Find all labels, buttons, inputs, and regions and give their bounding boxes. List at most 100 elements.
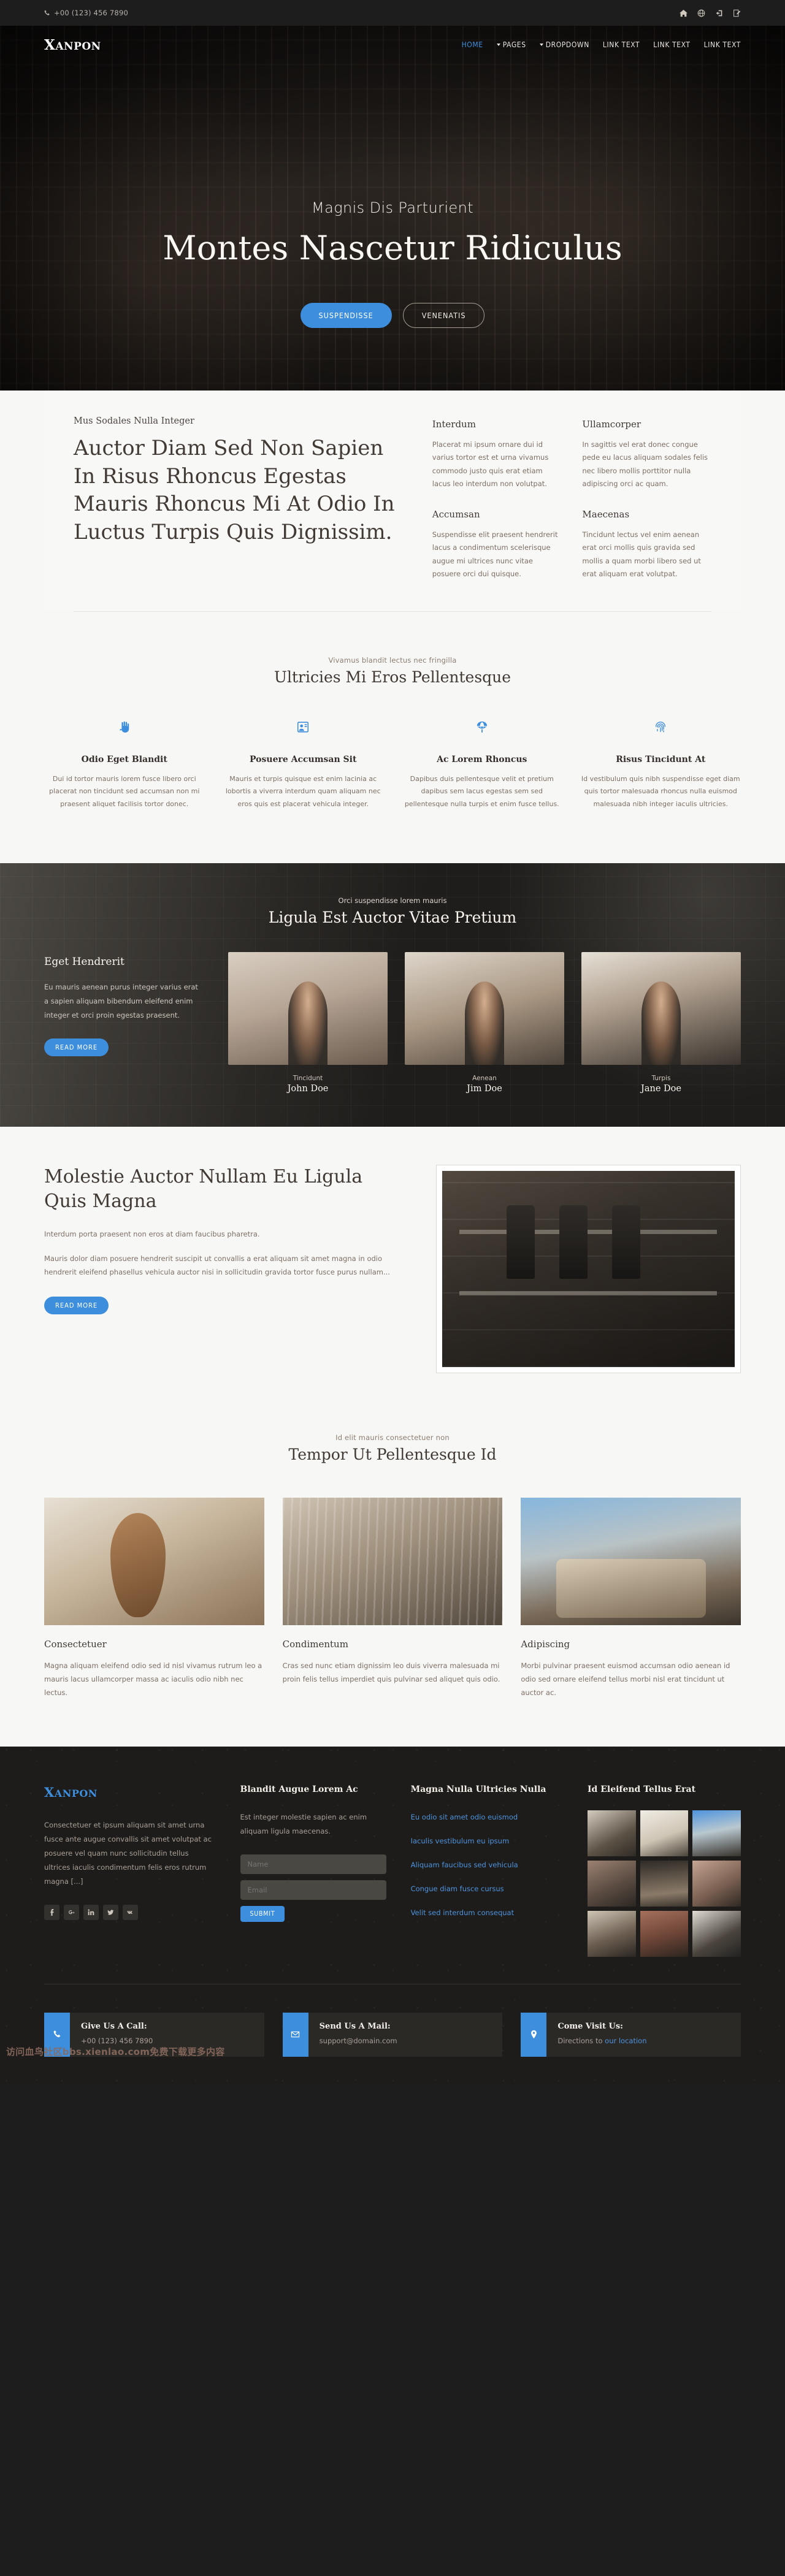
mini-text: Suspendisse elit praesent hendrerit lacu… — [432, 530, 558, 578]
nav-item-dropdown[interactable]: DROPDOWN — [539, 40, 589, 49]
post-title: Adipiscing — [521, 1639, 570, 1650]
footer-link[interactable]: Congue diam fusce cursus — [411, 1884, 504, 1893]
footer-about-column: XANPON Consectetuer et ipsum aliquam sit… — [44, 1785, 216, 1957]
brand-rest: ANPON — [55, 40, 101, 53]
gallery-thumb[interactable] — [640, 1910, 689, 1957]
google-plus-icon[interactable] — [64, 1904, 79, 1920]
feature-text: Dapibus duis pellentesque velit et preti… — [404, 775, 559, 808]
footer-link[interactable]: Velit sed interdum consequat — [411, 1908, 515, 1917]
feature-title: Ac Lorem Rhoncus — [437, 755, 527, 765]
globe-icon[interactable] — [697, 9, 705, 17]
blog-post[interactable]: Condimentum Cras sed nunc etiam dignissi… — [282, 1498, 503, 1700]
main-navigation: HOME PAGES DROPDOWN LINK TEXT LINK TEXT … — [462, 40, 741, 49]
location-link[interactable]: our location — [605, 2037, 646, 2045]
features-section: Vivamus blandit lectus nec fringilla Ult… — [0, 612, 785, 864]
brand-logo[interactable]: XANPON — [44, 37, 101, 53]
gallery-thumb[interactable] — [692, 1910, 741, 1957]
fingerprint-icon — [581, 720, 741, 734]
twitter-icon[interactable] — [103, 1904, 118, 1920]
nav-label: LINK TEXT — [602, 40, 640, 49]
post-title: Condimentum — [282, 1639, 348, 1650]
intro-card: Mus Sodales Nulla Integer Auctor Diam Se… — [44, 391, 741, 612]
member-photo — [228, 952, 388, 1065]
post-title: Consectetuer — [44, 1639, 107, 1650]
team-eyebrow: Orci suspendisse lorem mauris — [338, 896, 447, 905]
footer-link[interactable]: Iaculis vestibulum eu ipsum — [411, 1837, 510, 1845]
blog-post[interactable]: Adipiscing Morbi pulvinar praesent euism… — [521, 1498, 741, 1700]
footer-link[interactable]: Eu odio sit amet odio euismod — [411, 1813, 518, 1821]
footer-link-item: Velit sed interdum consequat — [411, 1906, 563, 1918]
gallery-thumb[interactable] — [692, 1860, 741, 1907]
nav-item-pages[interactable]: PAGES — [496, 40, 526, 49]
footer-brand-rest: ANPON — [54, 1787, 98, 1799]
facebook-icon[interactable] — [44, 1904, 59, 1920]
name-input[interactable] — [240, 1854, 386, 1874]
gallery-thumb[interactable] — [588, 1810, 636, 1856]
email-input[interactable] — [240, 1880, 386, 1900]
member-role: Tincidunt — [293, 1075, 323, 1083]
mini-title: Maecenas — [582, 509, 630, 520]
member-role: Turpis — [651, 1075, 671, 1083]
footer-links-heading: Magna Nulla Ultricies Nulla — [410, 1784, 546, 1794]
team-member: Turpis Jane Doe — [581, 952, 741, 1094]
nav-label: PAGES — [502, 40, 526, 49]
feature-item: Ac Lorem Rhoncus Dapibus duis pellentesq… — [402, 720, 562, 810]
gallery-thumb[interactable] — [588, 1910, 636, 1957]
gallery-thumb[interactable] — [640, 1810, 689, 1856]
footer-gallery-column: Id Eleifend Tellus Erat — [588, 1785, 741, 1957]
about-read-more-button[interactable]: READ MORE — [44, 1296, 109, 1314]
contact-card-visit: Come Visit Us: Directions to our locatio… — [521, 2012, 741, 2057]
post-image — [282, 1498, 503, 1626]
feature-title: Posuere Accumsan Sit — [250, 755, 357, 765]
login-icon[interactable] — [715, 9, 723, 17]
contact-bar: Give Us A Call: +00 (123) 456 7890 Send … — [44, 1984, 741, 2085]
hero-subtitle: Magnis Dis Parturient — [311, 199, 474, 216]
top-bar: +00 (123) 456 7890 — [0, 0, 785, 26]
feature-title: Odio Eget Blandit — [81, 755, 167, 765]
hero-primary-button[interactable]: SUSPENDISSE — [300, 302, 392, 328]
footer-brand-logo[interactable]: XANPON — [44, 1785, 216, 1800]
hero-secondary-button[interactable]: VENENATIS — [402, 302, 485, 328]
nav-item-link-2[interactable]: LINK TEXT — [653, 40, 690, 49]
watermark-text: 访问血鸟社区bbs.xienlao.com免费下载更多内容 — [6, 2046, 225, 2057]
mini-title: Interdum — [432, 419, 476, 430]
about-lead: Interdum porta praesent non eros at diam… — [44, 1230, 260, 1239]
nav-item-home[interactable]: HOME — [462, 40, 483, 49]
nav-item-link-3[interactable]: LINK TEXT — [704, 40, 741, 49]
footer-description: Consectetuer et ipsum aliquam sit amet u… — [44, 1820, 212, 1886]
pin-icon — [521, 2012, 547, 2057]
footer-link[interactable]: Aliquam faucibus sed vehicula — [411, 1861, 518, 1869]
gallery-thumb[interactable] — [588, 1860, 636, 1907]
about-image — [442, 1171, 735, 1368]
nav-label: LINK TEXT — [653, 40, 691, 49]
vk-icon[interactable] — [123, 1904, 138, 1920]
about-paragraph: Mauris dolor diam posuere hendrerit susc… — [44, 1254, 390, 1277]
team-read-more-button[interactable]: READ MORE — [44, 1038, 109, 1057]
gallery-thumb[interactable] — [640, 1860, 689, 1907]
contact-text: +00 (123) 456 7890 — [81, 2036, 153, 2045]
hand-icon — [44, 720, 205, 734]
home-icon[interactable] — [680, 9, 687, 17]
post-text: Morbi pulvinar praesent euismod accumsan… — [521, 1661, 730, 1697]
site-footer: XANPON Consectetuer et ipsum aliquam sit… — [0, 1746, 785, 2085]
intro-eyebrow: Mus Sodales Nulla Integer — [74, 416, 194, 426]
blog-title: Tempor Ut Pellentesque Id — [288, 1446, 497, 1464]
contact-title: Give Us A Call: — [81, 2021, 147, 2031]
post-text: Cras sed nunc etiam dignissim leo duis v… — [282, 1661, 500, 1683]
mini-text: In sagittis vel erat donec congue pede e… — [582, 440, 708, 488]
contact-title: Send Us A Mail: — [319, 2021, 391, 2031]
post-image — [44, 1498, 264, 1626]
team-member: Tincidunt John Doe — [228, 952, 388, 1094]
section-divider — [74, 611, 711, 612]
nav-item-link-1[interactable]: LINK TEXT — [603, 40, 640, 49]
register-icon[interactable] — [733, 9, 741, 17]
member-name: Jim Doe — [467, 1084, 502, 1094]
linkedin-icon[interactable] — [83, 1904, 99, 1920]
gallery-thumb[interactable] — [692, 1810, 741, 1856]
submit-button[interactable]: SUBMIT — [240, 1905, 285, 1922]
intro-section: Mus Sodales Nulla Integer Auctor Diam Se… — [0, 391, 785, 612]
member-photo — [581, 952, 741, 1065]
feature-text: Mauris et turpis quisque est enim lacini… — [225, 775, 381, 808]
blog-post[interactable]: Consectetuer Magna aliquam eleifend odio… — [44, 1498, 264, 1700]
footer-link-item: Aliquam faucibus sed vehicula — [411, 1858, 563, 1870]
